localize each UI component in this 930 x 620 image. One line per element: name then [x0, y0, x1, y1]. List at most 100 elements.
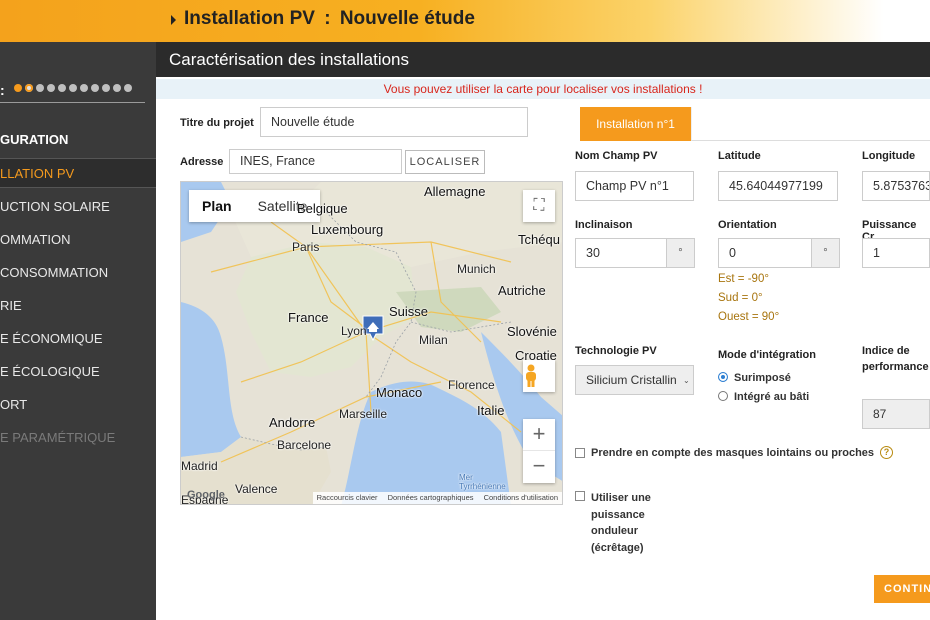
latitude-input[interactable]: 45.64044977199 — [718, 171, 838, 201]
orientation-input[interactable]: 0 — [718, 238, 812, 268]
inclinaison-unit: ° — [667, 238, 695, 268]
street-view-pegman-icon[interactable] — [523, 360, 555, 392]
main-panel: Caractérisation des installations Vous p… — [156, 42, 930, 620]
fullscreen-icon[interactable]: ⛶ — [523, 190, 555, 222]
map-footer-shortcuts[interactable]: Raccourcis clavier — [317, 493, 378, 502]
step-dot[interactable] — [124, 84, 132, 92]
sidebar-item[interactable]: CONSOMMATION — [0, 258, 156, 288]
checkbox-icon — [575, 448, 585, 458]
sidebar-item[interactable]: E ÉCOLOGIQUE — [0, 357, 156, 387]
orientation-unit: ° — [812, 238, 840, 268]
mode-option-1-label: Surimposé — [734, 372, 791, 384]
sidebar-item[interactable]: E ÉCONOMIQUE — [0, 324, 156, 354]
inverter-label: Utiliser une puissance onduleur (écrêtag… — [591, 492, 651, 554]
continue-button[interactable]: CONTINUER — [874, 575, 930, 603]
map-type-plan[interactable]: Plan — [189, 190, 245, 222]
sidebar-item[interactable]: LLATION PV — [0, 158, 156, 188]
mode-option-2-label: Intégré au bâti — [734, 391, 810, 403]
perf-label: Indice de performance — [862, 345, 929, 373]
map-footer-data[interactable]: Données cartographiques — [388, 493, 474, 502]
mode-option-integre[interactable]: Intégré au bâti — [718, 391, 809, 403]
tech-label: Technologie PV — [575, 345, 657, 357]
map-city-label: Mer Tyrrhénienne — [459, 473, 506, 491]
map-city-label: Florence — [448, 378, 495, 392]
map-city-label: Lyon — [341, 324, 367, 338]
mode-option-surimpose[interactable]: Surimposé — [718, 372, 791, 384]
sidebar-item[interactable]: UCTION SOLAIRE — [0, 192, 156, 222]
inclinaison-input[interactable]: 30 — [575, 238, 667, 268]
map-city-label: Madrid — [181, 459, 218, 473]
breadcrumb-page: Nouvelle étude — [339, 8, 475, 29]
hint-ouest: Ouest = 90° — [718, 311, 780, 323]
zoom-in-button[interactable]: + — [523, 419, 555, 451]
map-footer: Raccourcis clavier Données cartographiqu… — [312, 492, 562, 504]
sidebar: : GURATION LLATION PV UCTION SOLAIRE OMMATI… — [0, 42, 156, 620]
tab-strip — [691, 107, 930, 141]
latitude-label: Latitude — [718, 150, 761, 162]
checkbox-icon — [575, 491, 585, 501]
map-city-label: Slovénie — [507, 324, 557, 339]
map-city-label: Munich — [457, 262, 496, 276]
map-city-label: France — [288, 310, 329, 325]
sidebar-item[interactable]: RIE — [0, 291, 156, 321]
step-dot[interactable] — [102, 84, 110, 92]
step-dot[interactable] — [69, 84, 77, 92]
map-city-label: Italie — [477, 403, 505, 418]
map-city-label: Belgique — [297, 201, 348, 216]
sidebar-item[interactable]: GURATION — [0, 125, 156, 155]
pegman-icon — [526, 364, 536, 387]
step-dot[interactable] — [58, 84, 66, 92]
longitude-input[interactable]: 5.8753763 — [862, 171, 930, 201]
puissance-input[interactable]: 1 — [862, 238, 930, 268]
map-city-label: Milan — [419, 333, 448, 347]
map-city-label: Autriche — [498, 283, 546, 298]
longitude-label: Longitude — [862, 150, 916, 162]
tech-select[interactable]: Silicium Cristallin — [575, 365, 694, 395]
radio-selected-icon — [718, 372, 728, 382]
map-city-label: Andorre — [269, 415, 316, 430]
breadcrumb-separator: : — [324, 8, 331, 29]
tab-installation-1[interactable]: Installation n°1 — [580, 107, 691, 141]
radio-unselected-icon — [718, 391, 728, 401]
map-city-label: Monaco — [376, 385, 423, 400]
perf-input[interactable]: 87 — [862, 399, 930, 429]
step-dot[interactable] — [113, 84, 121, 92]
map-city-label: Valence — [235, 482, 278, 496]
inverter-checkbox[interactable]: Utiliser une puissance onduleur (écrêtag… — [575, 490, 675, 556]
map-city-label: Marseille — [339, 407, 388, 421]
map[interactable]: Plan Satellite ⛶ + − Allemagne Belgique Lu… — [180, 181, 563, 505]
sidebar-divider — [0, 102, 145, 103]
address-input[interactable]: INES, France — [229, 149, 402, 174]
map-city-label: Allemagne — [424, 184, 486, 199]
hint-est: Est = -90° — [718, 273, 769, 285]
map-footer-terms[interactable]: Conditions d'utilisation — [484, 493, 558, 502]
step-dot[interactable] — [47, 84, 55, 92]
inclinaison-label: Inclinaison — [575, 219, 633, 231]
sidebar-item[interactable]: ORT — [0, 390, 156, 420]
masks-label: Prendre en compte des masques lointains … — [591, 447, 875, 459]
map-city-label: Barcelone — [277, 438, 332, 452]
sidebar-item: E PARAMÉTRIQUE — [0, 430, 116, 445]
zoom-out-button[interactable]: − — [523, 451, 555, 481]
map-city-label: Suisse — [389, 304, 429, 319]
address-label: Adresse — [180, 156, 224, 168]
step-dot[interactable] — [80, 84, 88, 92]
map-city-label: Luxembourg — [311, 222, 384, 237]
localiser-button[interactable]: LOCALISER — [405, 150, 485, 174]
map-city-label: Paris — [292, 240, 320, 254]
step-dot[interactable] — [36, 84, 44, 92]
page-title: Caractérisation des installations — [169, 50, 410, 69]
name-input[interactable]: Champ PV n°1 — [575, 171, 694, 201]
project-title-input[interactable]: Nouvelle étude — [260, 107, 528, 137]
step-dot[interactable] — [91, 84, 99, 92]
sidebar-item[interactable]: OMMATION — [0, 225, 156, 255]
breadcrumb: Installation PV : Nouvelle étude — [172, 8, 475, 30]
help-icon[interactable]: ? — [880, 446, 893, 459]
step-dot[interactable] — [14, 84, 22, 92]
map-city-label: Croatie — [515, 348, 557, 363]
masks-checkbox[interactable]: Prendre en compte des masques lointains … — [575, 447, 874, 459]
orientation-label: Orientation — [718, 219, 777, 231]
breadcrumb-app: Installation PV — [184, 8, 315, 29]
step-dot[interactable] — [25, 84, 33, 92]
map-city-label: Tchéqu — [518, 232, 560, 247]
